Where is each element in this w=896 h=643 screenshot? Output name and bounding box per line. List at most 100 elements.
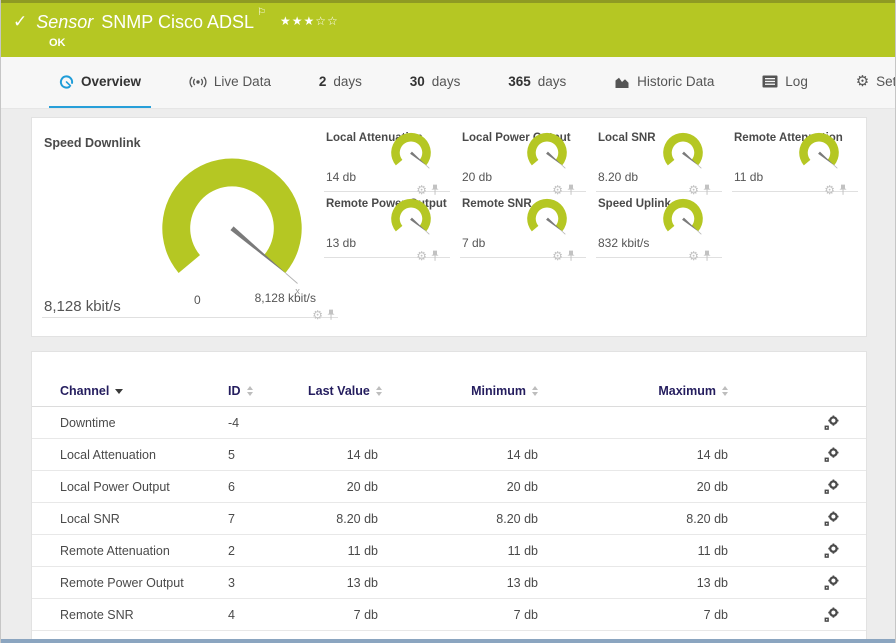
table-row: Remote SNR 4 7 db 7 db 7 db — [32, 599, 866, 631]
pin-icon[interactable] — [430, 250, 440, 262]
sort-icon — [247, 386, 253, 396]
gauge-value: 14 db — [326, 170, 356, 184]
channel-gauge-local-snr: Local SNR 8.20 db ⚙ — [596, 126, 722, 192]
channel-name: Remote SNR — [32, 599, 228, 631]
tab-log[interactable]: Log — [752, 57, 818, 109]
gauge-chart — [656, 131, 710, 178]
channel-id: 4 — [228, 599, 308, 631]
gear-icon[interactable]: ⚙ — [312, 309, 323, 321]
mini-gauges-grid: Local Attenuation 14 db ⚙ Local Power Ou… — [324, 126, 858, 258]
last-value: 14 db — [308, 439, 466, 471]
channels-table-panel: Channel ID Last Value Minimum Maximum Do… — [31, 351, 867, 643]
minimum-value: 20 db — [466, 471, 638, 503]
column-header-id[interactable]: ID — [228, 378, 308, 407]
channel-name: Remote Attenuation — [32, 535, 228, 567]
channel-settings-gears-icon[interactable] — [823, 414, 840, 431]
column-header-channel[interactable]: Channel — [32, 378, 228, 407]
gauge-value: 11 db — [734, 170, 763, 184]
channel-id: 6 — [228, 471, 308, 503]
channel-settings-gears-icon[interactable] — [823, 542, 840, 559]
column-header-last-value[interactable]: Last Value — [308, 378, 466, 407]
tab-historic-data[interactable]: Historic Data — [604, 57, 724, 109]
table-row: Downtime -4 — [32, 407, 866, 439]
page-title: SNMP Cisco ADSL — [101, 11, 254, 33]
channel-gauge-local-attenuation: Local Attenuation 14 db ⚙ — [324, 126, 450, 192]
flag-icon[interactable]: ⚐ — [257, 7, 266, 18]
channel-id: 2 — [228, 535, 308, 567]
gauge-chart — [384, 197, 438, 244]
sort-icon — [532, 386, 538, 396]
pin-icon[interactable] — [838, 184, 848, 196]
table-header-row: Channel ID Last Value Minimum Maximum — [32, 378, 866, 407]
last-value: 20 db — [308, 471, 466, 503]
tab-overview[interactable]: Overview — [49, 57, 151, 109]
status-badge: OK — [49, 37, 895, 49]
maximum-value: 7 db — [638, 599, 796, 631]
gauge-chart — [384, 131, 438, 178]
channel-settings-gears-icon[interactable] — [823, 606, 840, 623]
status-ok-check-icon: ✓ — [13, 11, 27, 33]
gauge-chart: x — [134, 152, 330, 310]
table-row: Remote Attenuation 2 11 db 11 db 11 db — [32, 535, 866, 567]
live-icon — [189, 76, 207, 88]
channel-gauge-remote-snr: Remote SNR 7 db ⚙ — [460, 192, 586, 258]
gauges-panel: Speed Downlink x 0 8,128 kbit/s 8,128 kb… — [31, 117, 867, 337]
tab-settings[interactable]: ⚙ Settings — [846, 57, 895, 109]
gauge-value: 832 kbit/s — [598, 236, 649, 250]
table-row: Local Power Output 6 20 db 20 db 20 db — [32, 471, 866, 503]
sort-icon — [722, 386, 728, 396]
last-value: 11 db — [308, 535, 466, 567]
gauge-chart — [520, 197, 574, 244]
gear-icon[interactable]: ⚙ — [688, 250, 699, 262]
channel-gauge-remote-attenuation: Remote Attenuation 11 db ⚙ — [732, 126, 858, 192]
gauge-title: Speed Downlink — [44, 136, 141, 150]
gauge-value: 20 db — [462, 170, 492, 184]
channel-name: Local SNR — [32, 503, 228, 535]
channel-id: 7 — [228, 503, 308, 535]
pin-icon[interactable] — [326, 309, 336, 321]
gauge-chart — [520, 131, 574, 178]
gear-icon[interactable]: ⚙ — [824, 184, 835, 196]
sensor-type-label: Sensor — [36, 11, 93, 33]
column-header-maximum[interactable]: Maximum — [638, 378, 796, 407]
channel-name: Remote Power Output — [32, 567, 228, 599]
maximum-value: 20 db — [638, 471, 796, 503]
gauge-value: 8,128 kbit/s — [44, 298, 121, 315]
priority-stars[interactable]: ★★★☆☆ — [280, 11, 339, 31]
gauge-chart — [656, 197, 710, 244]
tab-2-days[interactable]: 2days — [309, 57, 372, 109]
main-gauge-speed-downlink: Speed Downlink x 0 8,128 kbit/s 8,128 kb… — [42, 126, 338, 318]
maximum-value: 8.20 db — [638, 503, 796, 535]
tab-live-data[interactable]: Live Data — [179, 57, 281, 109]
gauge-icon — [59, 74, 74, 89]
channel-settings-gears-icon[interactable] — [823, 510, 840, 527]
channel-settings-gears-icon[interactable] — [823, 574, 840, 591]
channel-gauge-local-power-output: Local Power Output 20 db ⚙ — [460, 126, 586, 192]
channel-name: Local Attenuation — [32, 439, 228, 471]
last-value: 8.20 db — [308, 503, 466, 535]
gauge-value: 13 db — [326, 236, 356, 250]
tab-365-days[interactable]: 365days — [498, 57, 576, 109]
maximum-value: 11 db — [638, 535, 796, 567]
gear-icon[interactable]: ⚙ — [416, 250, 427, 262]
table-row: Remote Power Output 3 13 db 13 db 13 db — [32, 567, 866, 599]
gear-icon[interactable]: ⚙ — [552, 250, 563, 262]
table-row: Local Attenuation 5 14 db 14 db 14 db — [32, 439, 866, 471]
minimum-value — [466, 407, 638, 439]
minimum-value: 11 db — [466, 535, 638, 567]
log-icon — [762, 75, 778, 88]
tab-bar: Overview Live Data 2days 30days 365days — [1, 57, 895, 109]
pin-icon[interactable] — [702, 250, 712, 262]
channel-id: 3 — [228, 567, 308, 599]
sort-icon — [376, 386, 382, 396]
channel-settings-gears-icon[interactable] — [823, 478, 840, 495]
tab-30-days[interactable]: 30days — [400, 57, 471, 109]
table-row: Local SNR 7 8.20 db 8.20 db 8.20 db — [32, 503, 866, 535]
gauge-value: 8.20 db — [598, 170, 638, 184]
maximum-value: 14 db — [638, 439, 796, 471]
channel-name: Downtime — [32, 407, 228, 439]
pin-icon[interactable] — [566, 250, 576, 262]
channel-settings-gears-icon[interactable] — [823, 446, 840, 463]
column-header-minimum[interactable]: Minimum — [466, 378, 638, 407]
maximum-value — [638, 407, 796, 439]
